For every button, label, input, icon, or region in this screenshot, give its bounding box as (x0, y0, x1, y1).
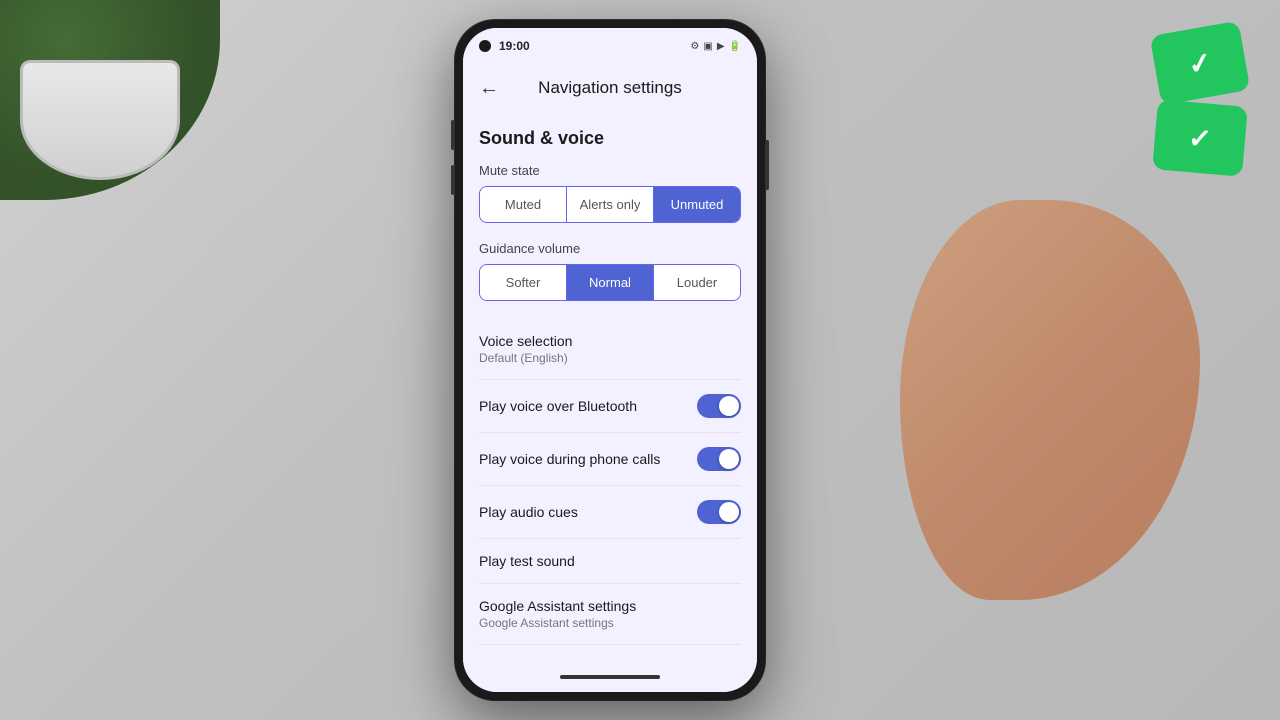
bowl-decoration (20, 60, 180, 180)
home-indicator (463, 662, 757, 692)
back-button[interactable]: ← (479, 77, 499, 100)
play-test-sound-label: Play test sound (479, 553, 741, 569)
content-area: Sound & voice Mute state Muted Alerts on… (463, 112, 757, 662)
google-assistant-label: Google Assistant settings (479, 598, 636, 614)
play-audio-cues-toggle[interactable] (697, 500, 741, 524)
play-voice-bluetooth-label: Play voice over Bluetooth (479, 398, 697, 414)
google-assistant-row[interactable]: Google Assistant settings Google Assista… (479, 584, 741, 645)
camera-dot (479, 40, 491, 52)
toggle-knob-2 (719, 449, 739, 469)
mute-state-unmuted[interactable]: Unmuted (654, 187, 740, 222)
play-voice-bluetooth-row: Play voice over Bluetooth (479, 380, 741, 433)
voice-selection-label: Voice selection (479, 333, 572, 349)
mute-state-label: Mute state (479, 163, 741, 178)
play-test-sound-row[interactable]: Play test sound (479, 539, 741, 584)
wifi-icon: ▶ (717, 41, 725, 52)
play-voice-calls-row: Play voice during phone calls (479, 433, 741, 486)
status-icons: ⚙ ▣ ▶ 🔋 (690, 41, 741, 52)
volume-up-button[interactable] (451, 120, 455, 150)
google-assistant-sub: Google Assistant settings (479, 616, 636, 630)
play-audio-cues-row: Play audio cues (479, 486, 741, 539)
guidance-normal[interactable]: Normal (567, 265, 654, 300)
google-assistant-text: Google Assistant settings Google Assista… (479, 598, 636, 630)
status-bar: 19:00 ⚙ ▣ ▶ 🔋 (463, 28, 757, 64)
toggle-knob-3 (719, 502, 739, 522)
phone-wrapper: 19:00 ⚙ ▣ ▶ 🔋 ← Navigation settings Soun… (455, 20, 765, 700)
sticker-1: ✓ (1150, 20, 1251, 105)
voice-selection-row[interactable]: Voice selection Default (English) (479, 319, 741, 380)
volume-down-button[interactable] (451, 165, 455, 195)
mute-state-group: Muted Alerts only Unmuted (479, 186, 741, 223)
play-voice-bluetooth-toggle[interactable] (697, 394, 741, 418)
guidance-louder[interactable]: Louder (654, 265, 740, 300)
guidance-softer[interactable]: Softer (480, 265, 567, 300)
status-bar-left: 19:00 (479, 39, 530, 53)
voice-selection-value: Default (English) (479, 351, 572, 365)
ok-google-row[interactable]: "Ok Google" detection Hands-free voice c… (479, 645, 741, 662)
guidance-volume-group: Softer Normal Louder (479, 264, 741, 301)
sticker-decoration: ✓ ✓ (1120, 0, 1280, 200)
status-time: 19:00 (499, 39, 530, 53)
section-title-sound-voice: Sound & voice (479, 128, 741, 149)
nav-header: ← Navigation settings (463, 64, 757, 112)
page-title: Navigation settings (511, 78, 709, 98)
toggle-knob (719, 396, 739, 416)
voice-selection-text: Voice selection Default (English) (479, 333, 572, 365)
play-voice-calls-toggle[interactable] (697, 447, 741, 471)
home-bar[interactable] (560, 675, 660, 679)
mute-state-muted[interactable]: Muted (480, 187, 567, 222)
power-button[interactable] (765, 140, 769, 190)
phone-screen: 19:00 ⚙ ▣ ▶ 🔋 ← Navigation settings Soun… (463, 28, 757, 692)
play-voice-calls-label: Play voice during phone calls (479, 451, 697, 467)
sim-icon: ▣ (703, 41, 712, 52)
settings-icon: ⚙ (690, 41, 699, 52)
play-audio-cues-label: Play audio cues (479, 504, 697, 520)
phone-device: 19:00 ⚙ ▣ ▶ 🔋 ← Navigation settings Soun… (455, 20, 765, 700)
sticker-2: ✓ (1152, 99, 1248, 177)
guidance-volume-label: Guidance volume (479, 241, 741, 256)
battery-icon: 🔋 (729, 41, 741, 52)
mute-state-alerts-only[interactable]: Alerts only (567, 187, 654, 222)
